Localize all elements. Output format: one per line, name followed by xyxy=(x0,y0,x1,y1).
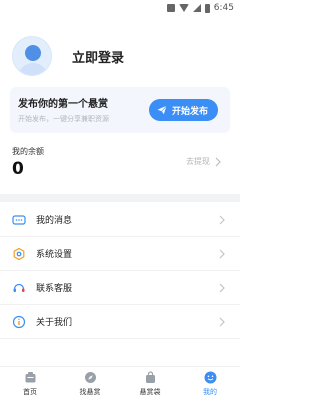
menu-item-settings[interactable]: 系统设置 xyxy=(0,237,240,271)
bag-icon xyxy=(145,370,155,383)
info-icon xyxy=(12,315,26,329)
notification-icon xyxy=(166,4,175,12)
avatar-head xyxy=(25,45,41,61)
menu-item-label: 系统设置 xyxy=(36,250,73,260)
status-time: 6:45 xyxy=(213,3,234,13)
message-icon xyxy=(12,213,26,227)
status-bar: 6:45 xyxy=(0,0,240,16)
section-divider xyxy=(0,194,240,202)
battery-icon xyxy=(204,3,210,13)
tab-home[interactable]: 首页 xyxy=(0,367,60,400)
chevron-right-icon xyxy=(219,317,225,326)
signal-icon xyxy=(192,4,201,12)
home-icon xyxy=(25,371,35,382)
start-publish-label: 开始发布 xyxy=(171,106,208,117)
tab-find-bounty[interactable]: 找悬赏 xyxy=(60,367,120,400)
customer-service-icon xyxy=(12,281,26,295)
bottom-tab-bar: 首页 找悬赏 悬赏袋 我的 xyxy=(0,366,240,400)
tab-label: 找悬赏 xyxy=(79,387,101,396)
tab-bounty-bag[interactable]: 悬赏袋 xyxy=(120,367,180,400)
menu-item-label: 我的消息 xyxy=(36,216,73,226)
chevron-right-icon xyxy=(219,249,225,258)
menu-item-label: 联系客服 xyxy=(36,284,73,294)
tab-label: 首页 xyxy=(23,387,37,396)
profile-header[interactable]: 立即登录 xyxy=(12,34,232,78)
menu-item-label: 关于我们 xyxy=(36,318,73,328)
menu-item-about[interactable]: 关于我们 xyxy=(0,305,240,339)
avatar-body xyxy=(18,63,48,75)
start-publish-button[interactable]: 开始发布 xyxy=(148,99,218,121)
wifi-icon xyxy=(178,4,189,12)
settings-icon xyxy=(12,247,26,261)
chevron-right-icon xyxy=(219,283,225,292)
menu-item-customer-service[interactable]: 联系客服 xyxy=(0,271,240,305)
login-link[interactable]: 立即登录 xyxy=(72,47,124,66)
withdraw-button[interactable]: 去提现 xyxy=(186,156,222,167)
smiley-icon xyxy=(204,371,216,383)
tab-mine[interactable]: 我的 xyxy=(180,367,240,400)
avatar[interactable] xyxy=(12,36,52,76)
compass-icon xyxy=(84,371,96,383)
settings-menu: 我的消息 系统设置 联系客服 关于我们 xyxy=(0,203,240,339)
balance-section: 我的余额 0 去提现 xyxy=(12,146,228,182)
tab-label: 悬赏袋 xyxy=(139,387,161,396)
tab-label: 我的 xyxy=(203,387,217,396)
withdraw-label: 去提现 xyxy=(186,157,210,166)
chevron-right-icon xyxy=(215,157,221,166)
paper-plane-icon xyxy=(157,105,167,115)
bounty-banner: 发布你的第一个悬赏 开始发布，一键分享兼职资源 开始发布 xyxy=(10,87,230,133)
menu-item-messages[interactable]: 我的消息 xyxy=(0,203,240,237)
chevron-right-icon xyxy=(219,215,225,224)
